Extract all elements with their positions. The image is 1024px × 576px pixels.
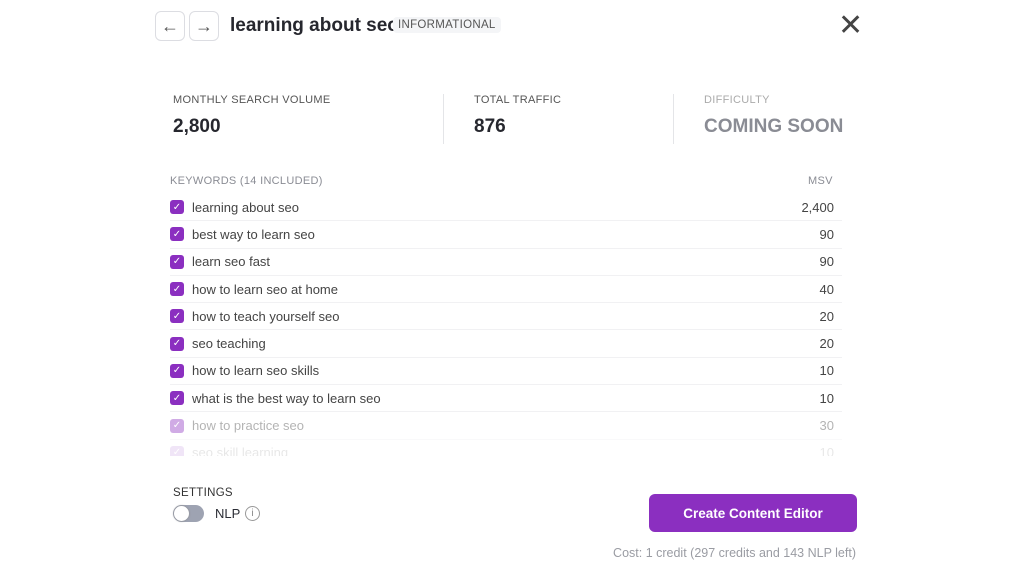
keyword-text: seo skill learning [192, 445, 289, 456]
msv-header: MSV [808, 175, 833, 187]
forward-button[interactable]: → [189, 11, 219, 41]
back-button[interactable]: ← [155, 11, 185, 41]
keyword-checkbox[interactable]: ✓ [170, 445, 184, 456]
stat-value: COMING SOON [704, 116, 844, 137]
close-button[interactable]: ✕ [838, 8, 863, 43]
stat-value: 876 [474, 116, 506, 137]
stat-label: TOTAL TRAFFIC [474, 94, 562, 106]
stat-monthly-search-volume: MONTHLY SEARCH VOLUME 2,800 [173, 94, 330, 138]
stat-total-traffic: TOTAL TRAFFIC 876 [474, 94, 561, 138]
stat-label: DIFFICULTY [704, 94, 770, 106]
keyword-checkbox[interactable]: ✓ [170, 418, 184, 433]
cost-text: Cost: 1 credit (297 credits and 143 NLP … [613, 546, 856, 560]
stat-value: 2,800 [173, 116, 221, 137]
stat-difficulty: DIFFICULTY COMING SOON [704, 94, 843, 138]
keyword-msv: 20 [819, 308, 834, 324]
keyword-row[interactable]: ✓ what is the best way to learn seo 10 [170, 385, 842, 413]
arrow-right-icon: → [195, 15, 213, 36]
keyword-row[interactable]: ✓ how to learn seo at home 40 [170, 276, 842, 304]
close-icon: ✕ [838, 9, 864, 42]
keyword-row[interactable]: ✓ learn seo fast 90 [170, 249, 842, 276]
nlp-label: NLP [215, 506, 241, 521]
create-content-editor-button[interactable]: Create Content Editor [649, 494, 857, 532]
keyword-row[interactable]: ✓ seo skill learning 10 [170, 440, 842, 456]
keyword-checkbox[interactable]: ✓ [170, 309, 184, 324]
settings-label: SETTINGS [173, 487, 233, 499]
keyword-checkbox[interactable]: ✓ [170, 254, 184, 269]
keyword-row[interactable]: ✓ how to practice seo 30 [170, 412, 842, 440]
intent-badge: INFORMATIONAL [393, 17, 501, 33]
keyword-msv: 10 [819, 363, 834, 379]
keyword-checkbox[interactable]: ✓ [170, 363, 184, 378]
keyword-checkbox[interactable]: ✓ [170, 282, 184, 297]
keyword-row[interactable]: ✓ seo teaching 20 [170, 330, 842, 358]
keyword-text: learning about seo [192, 199, 299, 215]
page-title: learning about seo [230, 15, 399, 36]
keyword-row[interactable]: ✓ how to teach yourself seo 20 [170, 303, 842, 331]
keyword-msv: 10 [819, 390, 834, 406]
keyword-text: best way to learn seo [192, 226, 315, 242]
keyword-text: how to teach yourself seo [192, 308, 340, 324]
keyword-text: what is the best way to learn seo [192, 390, 381, 406]
keyword-text: learn seo fast [192, 254, 271, 270]
keyword-checkbox[interactable]: ✓ [170, 336, 184, 351]
keyword-checkbox[interactable]: ✓ [170, 200, 184, 215]
arrow-left-icon: ← [161, 15, 179, 36]
keyword-msv: 10 [819, 445, 834, 456]
nlp-toggle[interactable] [173, 505, 204, 522]
keyword-msv: 2,400 [801, 199, 834, 215]
keyword-text: how to learn seo skills [192, 363, 320, 379]
keywords-header: KEYWORDS (14 INCLUDED) [170, 175, 323, 187]
keyword-msv: 20 [819, 336, 834, 352]
keyword-row[interactable]: ✓ how to learn seo skills 10 [170, 358, 842, 386]
keyword-list[interactable]: ✓ learning about seo 2,400 ✓ best way to lea… [170, 194, 842, 456]
keyword-row[interactable]: ✓ learning about seo 2,400 [170, 194, 842, 222]
keyword-row[interactable]: ✓ best way to learn seo 90 [170, 221, 842, 249]
keyword-checkbox[interactable]: ✓ [170, 227, 184, 242]
keyword-msv: 40 [819, 281, 834, 297]
keyword-msv: 90 [819, 254, 834, 270]
keyword-text: seo teaching [192, 336, 266, 352]
info-icon[interactable]: i [245, 506, 260, 521]
keyword-text: how to learn seo at home [192, 281, 338, 297]
keyword-checkbox[interactable]: ✓ [170, 391, 184, 406]
divider [443, 94, 444, 144]
keyword-text: how to practice seo [192, 418, 305, 434]
keyword-msv: 90 [819, 226, 834, 242]
stat-label: MONTHLY SEARCH VOLUME [173, 94, 331, 106]
divider [673, 94, 674, 144]
keyword-msv: 30 [819, 418, 834, 434]
